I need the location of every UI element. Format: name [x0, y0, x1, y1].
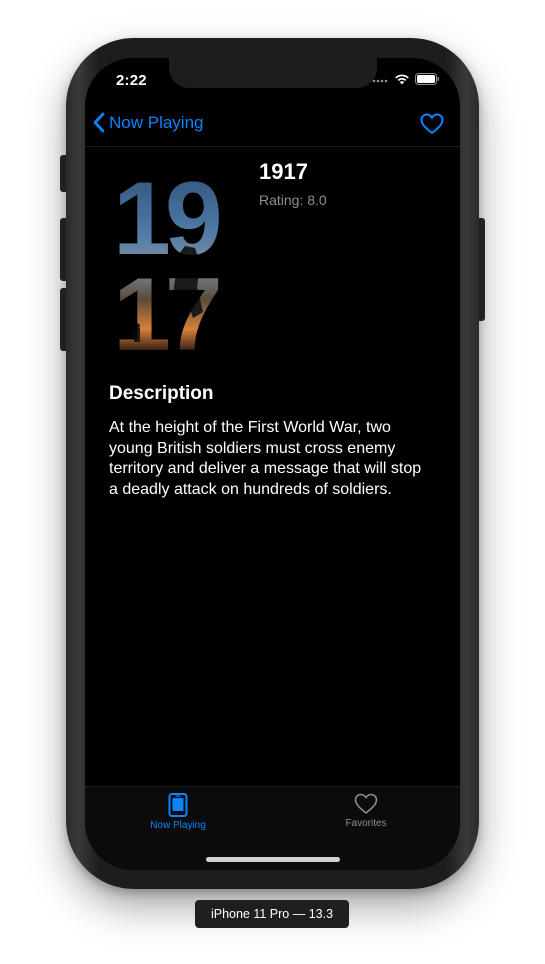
movie-title: 1917 — [259, 159, 308, 184]
cellular-signal-icon — [372, 79, 388, 83]
wifi-icon — [395, 74, 409, 85]
chevron-left-icon — [93, 112, 105, 133]
heart-outline-icon — [354, 793, 378, 815]
description-heading: Description — [109, 383, 214, 404]
tab-favorites[interactable]: Favorites — [306, 793, 426, 829]
device-model-label: iPhone 11 Pro — 13.3 — [195, 900, 349, 928]
simulator-stage: 2:22 Now Playing 1917 Rating: 8.0 Descri… — [0, 0, 545, 964]
home-indicator[interactable] — [206, 857, 340, 862]
back-button[interactable]: Now Playing — [93, 112, 204, 133]
notch — [169, 58, 377, 88]
device-screen: 2:22 Now Playing 1917 Rating: 8.0 Descri… — [85, 58, 460, 870]
tab-now-playing[interactable]: Now Playing — [118, 793, 238, 831]
tab-favorites-label: Favorites — [345, 818, 387, 829]
movie-rating: Rating: 8.0 — [259, 192, 327, 208]
back-button-label: Now Playing — [109, 112, 204, 132]
description-text: At the height of the First World War, tw… — [109, 419, 422, 498]
navigation-bar: Now Playing — [85, 102, 460, 147]
favorite-heart-icon[interactable] — [420, 113, 444, 135]
movie-poster-image: 19 17 19 17 — [115, 162, 227, 352]
status-indicators — [372, 73, 440, 85]
status-time: 2:22 — [116, 72, 147, 89]
phone-screen-icon — [168, 793, 188, 817]
tab-now-playing-label: Now Playing — [150, 820, 206, 831]
battery-icon — [415, 73, 439, 85]
